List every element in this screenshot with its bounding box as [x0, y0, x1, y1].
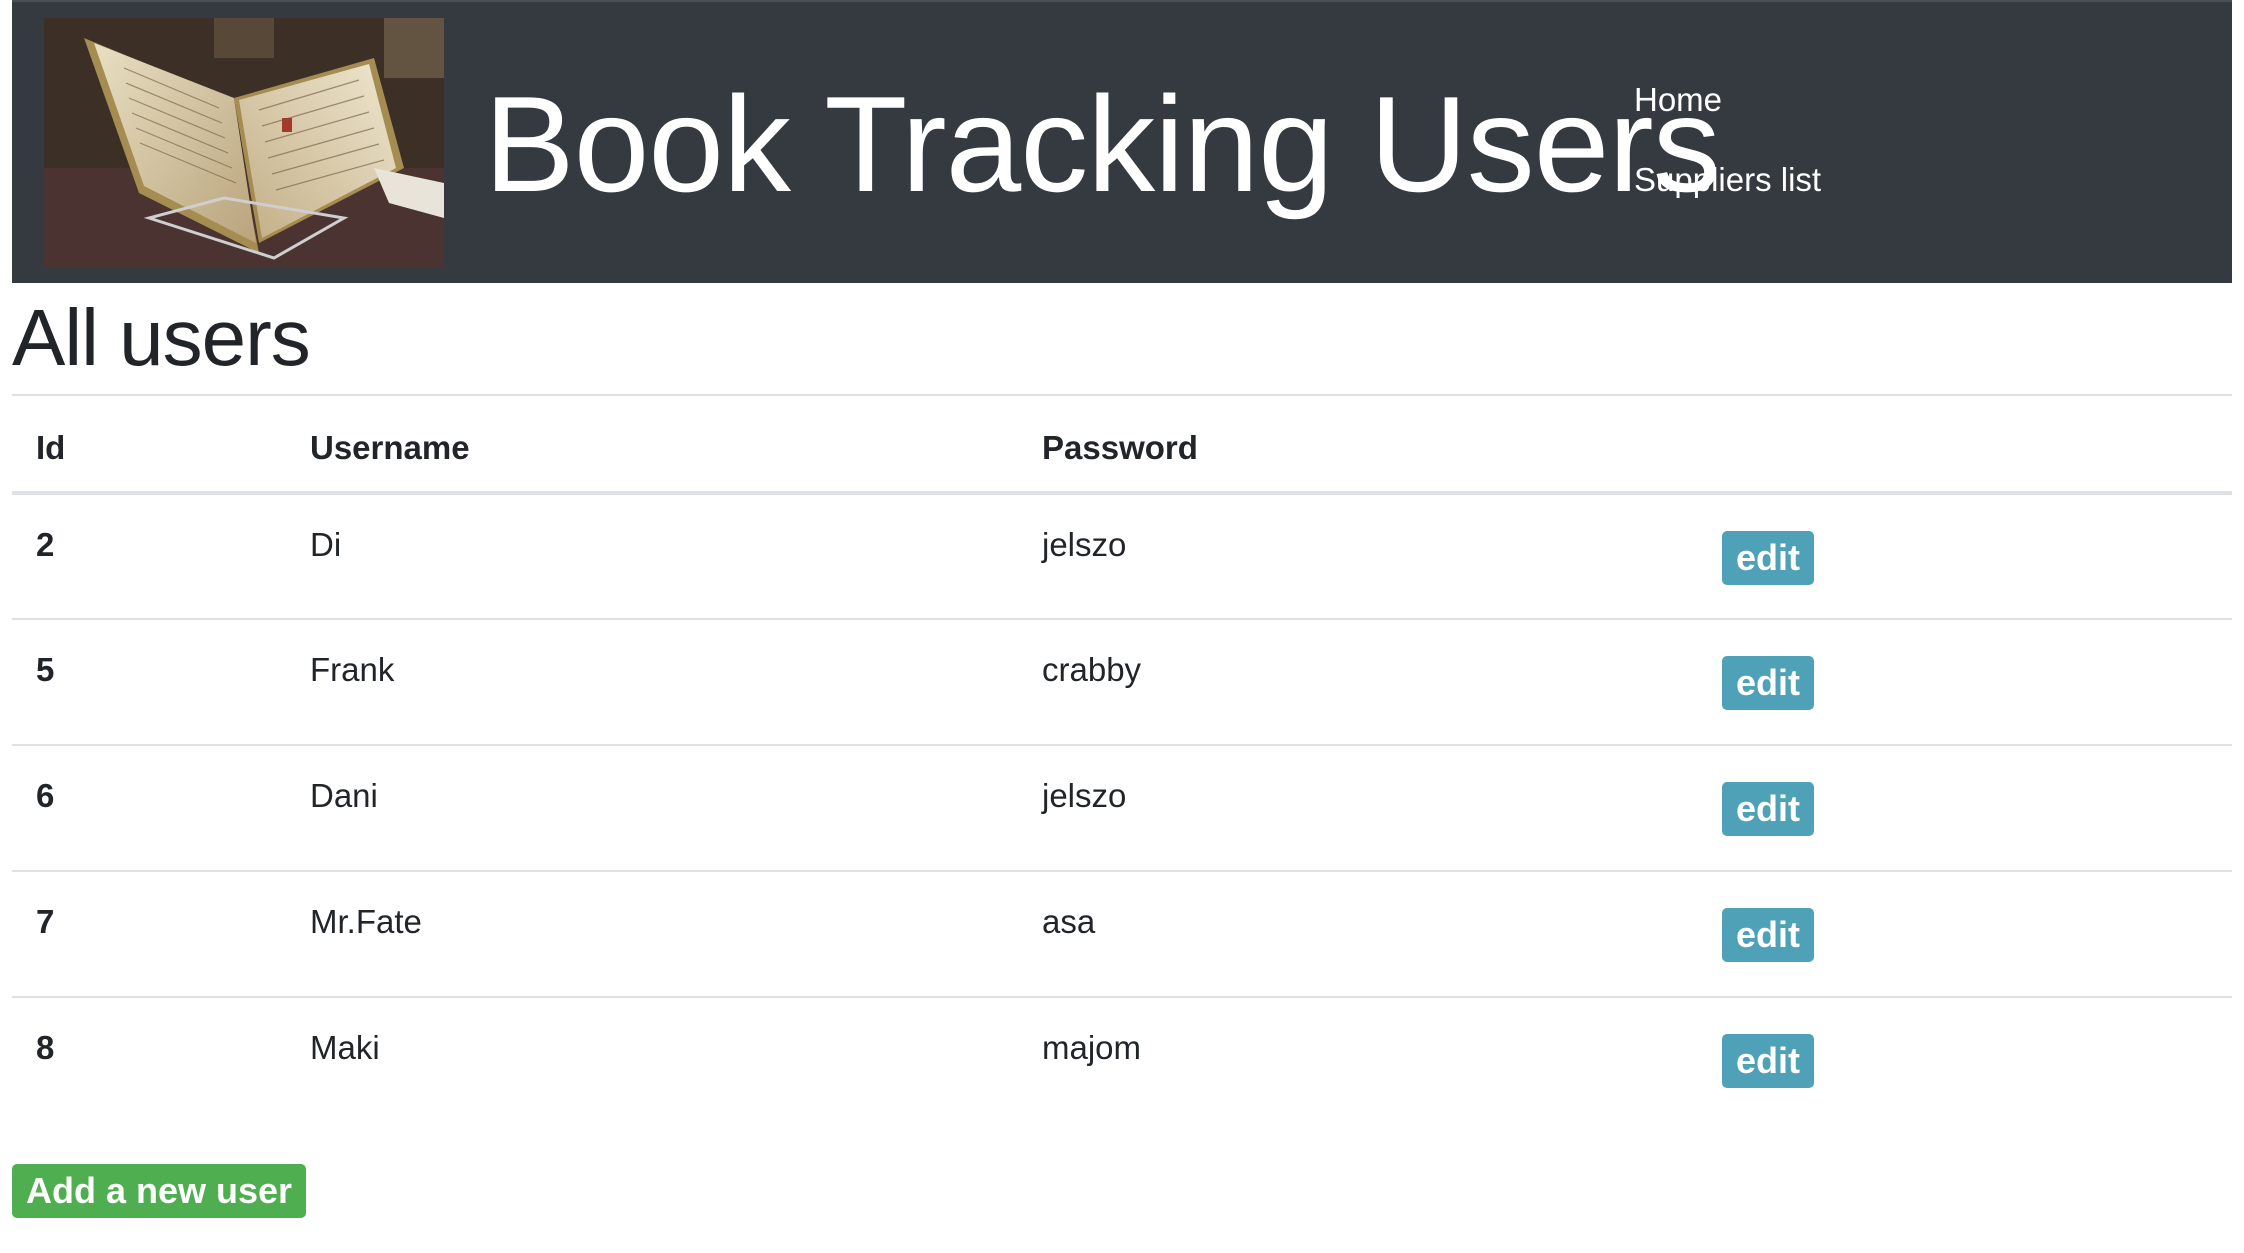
brand-title[interactable]: Book Tracking Users [484, 64, 1721, 224]
add-new-user-button[interactable]: Add a new user [12, 1164, 307, 1218]
user-id-cell: 2 [36, 526, 55, 563]
page: Book Tracking Users Home Suppliers list … [12, 0, 2232, 1218]
open-book-icon [44, 18, 444, 268]
users-table: Id Username Password 2 Di jelszo edit 5 … [12, 394, 2232, 1123]
page-title: All users [12, 293, 311, 382]
actions-cell: edit [1718, 493, 2232, 619]
header-navbar: Book Tracking Users Home Suppliers list [12, 0, 2232, 283]
table-row: 2 Di jelszo edit [12, 493, 2232, 619]
user-id-cell: 5 [12, 618, 286, 745]
password-cell: majom [1018, 996, 1718, 1123]
password-cell: crabby [1018, 618, 1718, 745]
table-row: 5 Frank crabby edit [12, 618, 2232, 745]
username-cell: Dani [286, 744, 1018, 871]
table-row: 6 Dani jelszo edit [12, 744, 2232, 871]
edit-button[interactable]: edit [1722, 531, 1815, 585]
user-id-cell: 7 [12, 870, 286, 997]
user-id-cell: 8 [12, 996, 286, 1123]
actions-cell: edit [1718, 996, 2232, 1123]
edit-button[interactable]: edit [1722, 782, 1815, 836]
actions-cell: edit [1718, 870, 2232, 997]
user-id-cell: 6 [12, 744, 286, 871]
book-logo-image [44, 18, 444, 268]
edit-button[interactable]: edit [1722, 1034, 1815, 1088]
username-cell: Frank [286, 618, 1018, 745]
password-cell: jelszo [1018, 744, 1718, 871]
table-header-row: Id Username Password [12, 394, 2232, 495]
column-header-username: Username [286, 394, 1018, 495]
username-cell: Maki [286, 996, 1018, 1123]
password-cell: jelszo [1042, 526, 1127, 563]
column-header-id: Id [12, 394, 286, 495]
edit-button[interactable]: edit [1722, 908, 1815, 962]
nav-link-suppliers-list[interactable]: Suppliers list [1634, 160, 1821, 200]
column-header-password: Password [1018, 394, 1718, 495]
nav-menu: Home Suppliers list [1634, 80, 1821, 240]
table-row: 8 Maki majom edit [12, 996, 2232, 1123]
nav-link-home[interactable]: Home [1634, 80, 1821, 120]
password-cell: asa [1018, 870, 1718, 997]
column-header-actions [1718, 394, 2232, 495]
username-cell: Mr.Fate [286, 870, 1018, 997]
edit-button[interactable]: edit [1722, 656, 1815, 710]
actions-cell: edit [1718, 744, 2232, 871]
actions-cell: edit [1718, 618, 2232, 745]
username-cell: Di [310, 526, 342, 563]
table-row: 7 Mr.Fate asa edit [12, 870, 2232, 997]
